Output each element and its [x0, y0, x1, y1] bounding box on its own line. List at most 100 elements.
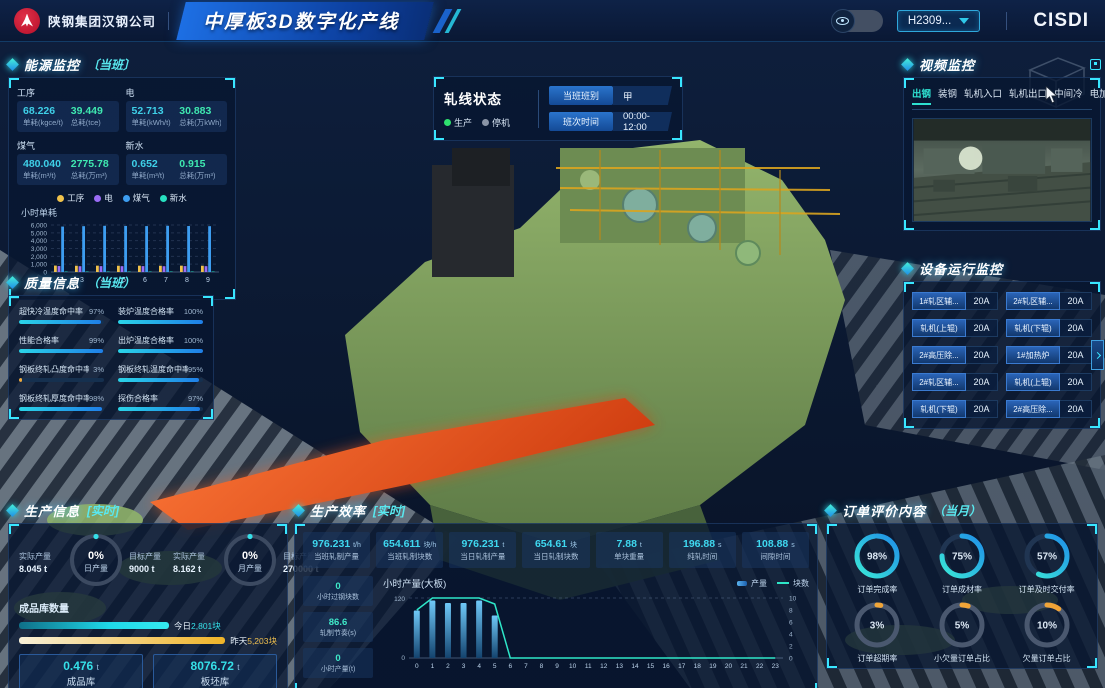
stock-bar: 昨天5,203块: [19, 635, 277, 646]
gauge-stat-value: 8.162 t: [173, 564, 217, 574]
video-panel-header: 视频监控: [903, 54, 1101, 74]
efficiency-side-card: 86.6轧制节奏(s): [303, 612, 373, 642]
video-frame[interactable]: [912, 118, 1092, 222]
fullscreen-icon[interactable]: [1090, 59, 1101, 70]
svg-text:18: 18: [694, 663, 702, 670]
production-gauge-group: 实际产量8.045 t0%日产量目标产量9000 t: [19, 532, 173, 593]
stock-card: 8076.72 t板坯库: [153, 654, 277, 688]
panel-diamond-icon: [824, 504, 837, 517]
gauge-left-stat: 实际产量 8.162 t: [173, 551, 217, 574]
svg-text:12: 12: [600, 663, 608, 670]
video-header-left: 视频监控: [903, 55, 975, 74]
line-status-legend: 生产停机: [444, 116, 536, 129]
svg-text:6: 6: [789, 620, 793, 627]
stock-card-value: 0.476 t: [63, 659, 99, 673]
efficiency-card-unit: t: [640, 542, 642, 549]
quality-metric-label: 出炉温度合格率: [118, 335, 174, 346]
video-tab-出钢[interactable]: 出钢: [912, 86, 931, 105]
efficiency-card-unit: 块: [570, 542, 577, 549]
quality-metric: 超快冷温度命中率97%: [19, 306, 104, 324]
equipment-name-pill[interactable]: 轧机(下辊): [1006, 319, 1060, 337]
equipment-item: 轧机(下辊)20A: [912, 400, 998, 418]
quality-metric-label: 探伤合格率: [118, 393, 158, 404]
efficiency-card-label: 当班轧制产量: [314, 551, 359, 562]
status-dot: [482, 119, 489, 126]
equipment-name-pill[interactable]: 2#高压除...: [912, 346, 966, 364]
energy-card: 工序68.226单耗(kgce/t)39.449总耗(tce): [17, 86, 119, 132]
gauge-stat-label: 目标产量: [129, 551, 173, 562]
quality-metric-label: 钢板终轧温度命中率: [118, 364, 188, 375]
equipment-name-pill[interactable]: 轧机(上辊): [912, 319, 966, 337]
quality-metric-value: 3%: [93, 365, 104, 374]
svg-text:0: 0: [401, 655, 405, 662]
equipment-item: 2#高压除...20A: [1006, 400, 1092, 418]
energy-unit-label: 单耗(kgce/t): [23, 117, 65, 128]
line-status-left: 轧线状态 生产停机: [444, 88, 536, 129]
stock-cards: 0.476 t成品库8076.72 t板坯库: [19, 654, 277, 688]
order-donut-label: 订单及时交付率: [1019, 584, 1075, 595]
equipment-name-pill[interactable]: 2#轧区辅...: [912, 373, 966, 391]
svg-text:1: 1: [431, 663, 435, 670]
energy-card: 煤气480.040单耗(m³/t)2775.78总耗(万m³): [17, 139, 119, 185]
line-status-label-pill[interactable]: 班次时间: [549, 112, 613, 131]
quality-metric-top: 探伤合格率97%: [118, 393, 203, 404]
svg-text:5%: 5%: [955, 621, 970, 632]
energy-card-values: 68.226单耗(kgce/t)39.449总耗(tce): [17, 101, 119, 132]
quality-metric-label: 装炉温度合格率: [118, 306, 174, 317]
bar-legend-icon: [737, 581, 747, 586]
gauge-stat-label: 实际产量: [173, 551, 217, 562]
quality-metric-value: 95%: [188, 365, 203, 374]
production-panel-title: 生产信息: [24, 501, 80, 520]
equipment-name-pill[interactable]: 2#高压除...: [1006, 400, 1060, 418]
legend-item-line: 块数: [777, 578, 809, 589]
energy-card: 新水0.652单耗(m³/t)0.915总耗(万m³): [126, 139, 228, 185]
toggle-knob[interactable]: [831, 9, 855, 33]
svg-text:13: 13: [616, 663, 624, 670]
equipment-name-pill[interactable]: 1#轧区辅...: [912, 292, 966, 310]
top-bar: 陕钢集团汉钢公司 中厚板3D数字化产线 H2309... CISDI: [0, 0, 1105, 42]
equipment-current-value: 20A: [966, 373, 998, 391]
energy-panel-header: 能源监控 〔当班〕: [8, 54, 236, 74]
efficiency-lower: 0小时过钢块数86.6轧制节奏(s)0小时产量(t) 小时产量(大板) 产量块数…: [303, 576, 809, 685]
line-status-value: 00:00-12:00: [613, 112, 672, 131]
svg-text:23: 23: [772, 663, 780, 670]
energy-panel: 能源监控 〔当班〕 工序68.226单耗(kgce/t)39.449总耗(tce…: [8, 54, 236, 300]
energy-total-value: 39.449: [71, 105, 113, 117]
equipment-name-pill[interactable]: 1#加热炉: [1006, 346, 1060, 364]
quality-metric-top: 钢板终轧温度命中率95%: [118, 364, 203, 375]
video-tab-电加热[interactable]: 电加热: [1090, 86, 1105, 105]
efficiency-card: 654.61 块当日轧制块数: [522, 532, 589, 568]
legend-dot: [94, 195, 101, 202]
device-dropdown[interactable]: H2309...: [897, 10, 980, 32]
video-tab-轧机入口[interactable]: 轧机入口: [964, 86, 1002, 105]
equipment-name-pill[interactable]: 轧机(下辊): [912, 400, 966, 418]
svg-text:0: 0: [789, 656, 793, 663]
video-tab-轧机出口[interactable]: 轧机出口: [1009, 86, 1047, 105]
donut-ring-svg: 5%: [936, 599, 988, 651]
line-status-row: 当班班别甲: [549, 86, 672, 105]
donut-ring-svg: 57%: [1021, 530, 1073, 582]
eye-icon: [836, 17, 849, 25]
stock-card-value: 8076.72 t: [191, 659, 240, 673]
efficiency-side-cards: 0小时过钢块数86.6轧制节奏(s)0小时产量(t): [303, 576, 373, 685]
expand-chevron-button[interactable]: [1091, 340, 1104, 370]
equipment-name-pill[interactable]: 2#轧区辅...: [1006, 292, 1060, 310]
equipment-item: 轧机(上辊)20A: [912, 319, 998, 337]
svg-text:7: 7: [524, 663, 528, 670]
visibility-toggle[interactable]: [831, 10, 883, 32]
svg-text:21: 21: [740, 663, 748, 670]
chevron-right-icon: [1094, 351, 1101, 358]
order-donut: 10%欠量订单占比: [1004, 599, 1089, 664]
energy-card-values: 480.040单耗(m³/t)2775.78总耗(万m³): [17, 154, 119, 185]
line-status-label-pill[interactable]: 当班班别: [549, 86, 613, 105]
quality-metric: 装炉温度合格率100%: [118, 306, 203, 324]
production-tag: [实时]: [87, 502, 119, 519]
equipment-name-pill[interactable]: 轧机(上辊): [1006, 373, 1060, 391]
efficiency-card-label: 当班轧制块数: [387, 551, 432, 562]
cisdi-logo: CISDI: [1033, 10, 1089, 32]
energy-chart-title: 小时单耗: [21, 206, 227, 219]
stock-bar-fill: [19, 622, 169, 629]
energy-total-value: 0.915: [179, 158, 221, 170]
video-tab-装钢[interactable]: 装钢: [938, 86, 957, 105]
stock-card-label: 板坯库: [201, 674, 230, 688]
